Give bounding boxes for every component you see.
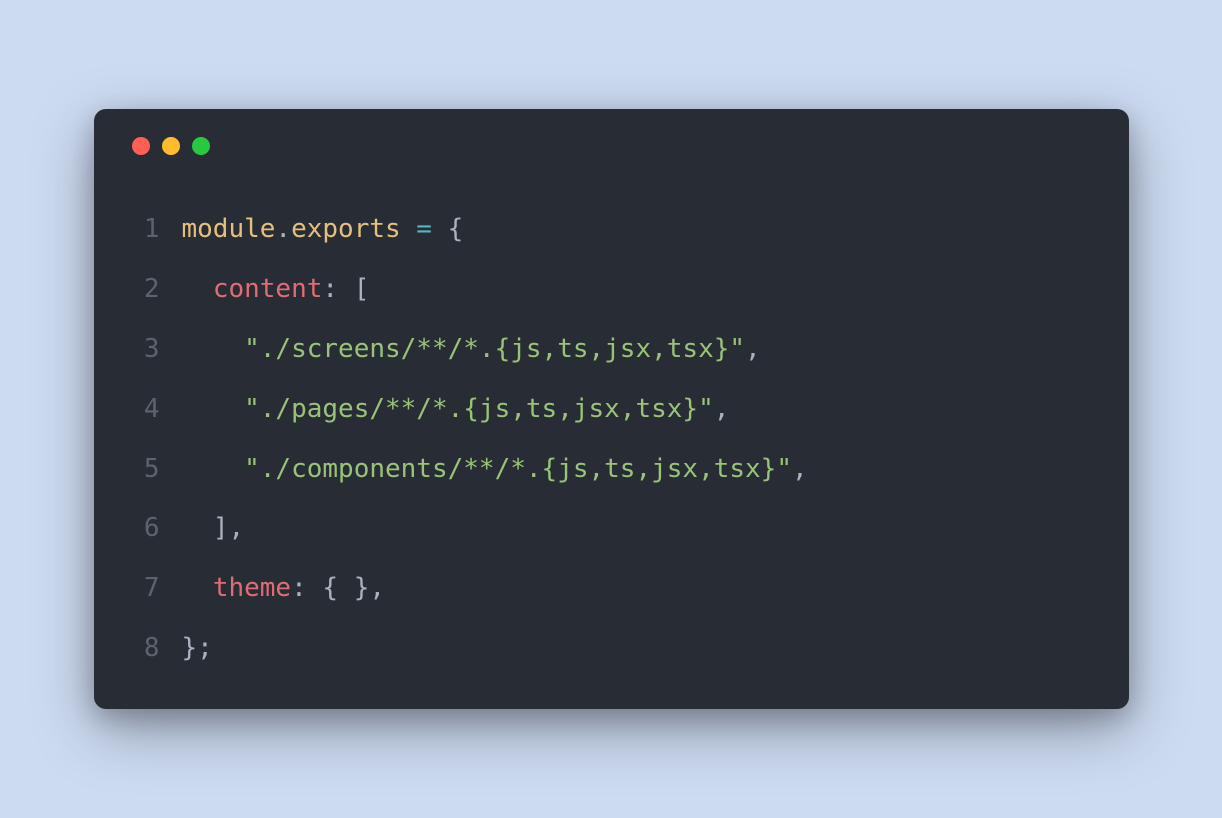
code-line: 5 "./components/**/*.{js,ts,jsx,tsx}", xyxy=(124,440,1099,500)
token-string: "./screens/**/*.{js,ts,jsx,tsx}" xyxy=(244,334,745,364)
code-line: 8 }; xyxy=(124,619,1099,679)
code-line: 4 "./pages/**/*.{js,ts,jsx,tsx}", xyxy=(124,380,1099,440)
token-punct: : xyxy=(322,274,353,304)
code-line: 2 content: [ xyxy=(124,260,1099,320)
token-property: theme xyxy=(213,573,291,603)
traffic-lights xyxy=(124,137,1099,155)
token-punct: , xyxy=(714,394,730,424)
code-line: 3 "./screens/**/*.{js,ts,jsx,tsx}", xyxy=(124,320,1099,380)
token-indent xyxy=(182,394,245,424)
code-line: 1 module.exports = { xyxy=(124,200,1099,260)
line-number: 4 xyxy=(124,380,160,440)
token-indent xyxy=(182,334,245,364)
line-number: 8 xyxy=(124,619,160,679)
code-content: "./pages/**/*.{js,ts,jsx,tsx}", xyxy=(182,380,730,440)
token-indent xyxy=(182,454,245,484)
code-content: content: [ xyxy=(182,260,370,320)
line-number: 7 xyxy=(124,559,160,619)
maximize-icon[interactable] xyxy=(192,137,210,155)
token-punct: , xyxy=(792,454,808,484)
token-punct: : xyxy=(291,573,322,603)
token-brace: { } xyxy=(322,573,369,603)
line-number: 2 xyxy=(124,260,160,320)
code-content: theme: { }, xyxy=(182,559,386,619)
code-content: "./components/**/*.{js,ts,jsx,tsx}", xyxy=(182,440,808,500)
line-number: 1 xyxy=(124,200,160,260)
line-number: 5 xyxy=(124,440,160,500)
token-indent xyxy=(182,513,213,543)
token-operator: = xyxy=(401,214,448,244)
code-line: 6 ], xyxy=(124,499,1099,559)
token-bracket: [ xyxy=(354,274,370,304)
token-indent xyxy=(182,274,213,304)
close-icon[interactable] xyxy=(132,137,150,155)
code-window: 1 module.exports = { 2 content: [ 3 "./s… xyxy=(94,109,1129,708)
minimize-icon[interactable] xyxy=(162,137,180,155)
token-indent xyxy=(182,573,213,603)
token-punct: . xyxy=(275,214,291,244)
token-punct: , xyxy=(369,573,385,603)
code-content: }; xyxy=(182,619,213,679)
token-brace: { xyxy=(448,214,464,244)
token-string: "./pages/**/*.{js,ts,jsx,tsx}" xyxy=(244,394,714,424)
token-identifier: module xyxy=(182,214,276,244)
line-number: 6 xyxy=(124,499,160,559)
code-content: module.exports = { xyxy=(182,200,464,260)
token-identifier: exports xyxy=(291,214,401,244)
token-string: "./components/**/*.{js,ts,jsx,tsx}" xyxy=(244,454,792,484)
token-property: content xyxy=(213,274,323,304)
code-content: "./screens/**/*.{js,ts,jsx,tsx}", xyxy=(182,320,761,380)
token-punct: , xyxy=(745,334,761,364)
line-number: 3 xyxy=(124,320,160,380)
token-brace: }; xyxy=(182,633,213,663)
token-bracket: ], xyxy=(213,513,244,543)
code-line: 7 theme: { }, xyxy=(124,559,1099,619)
code-editor[interactable]: 1 module.exports = { 2 content: [ 3 "./s… xyxy=(124,200,1099,678)
code-content: ], xyxy=(182,499,245,559)
